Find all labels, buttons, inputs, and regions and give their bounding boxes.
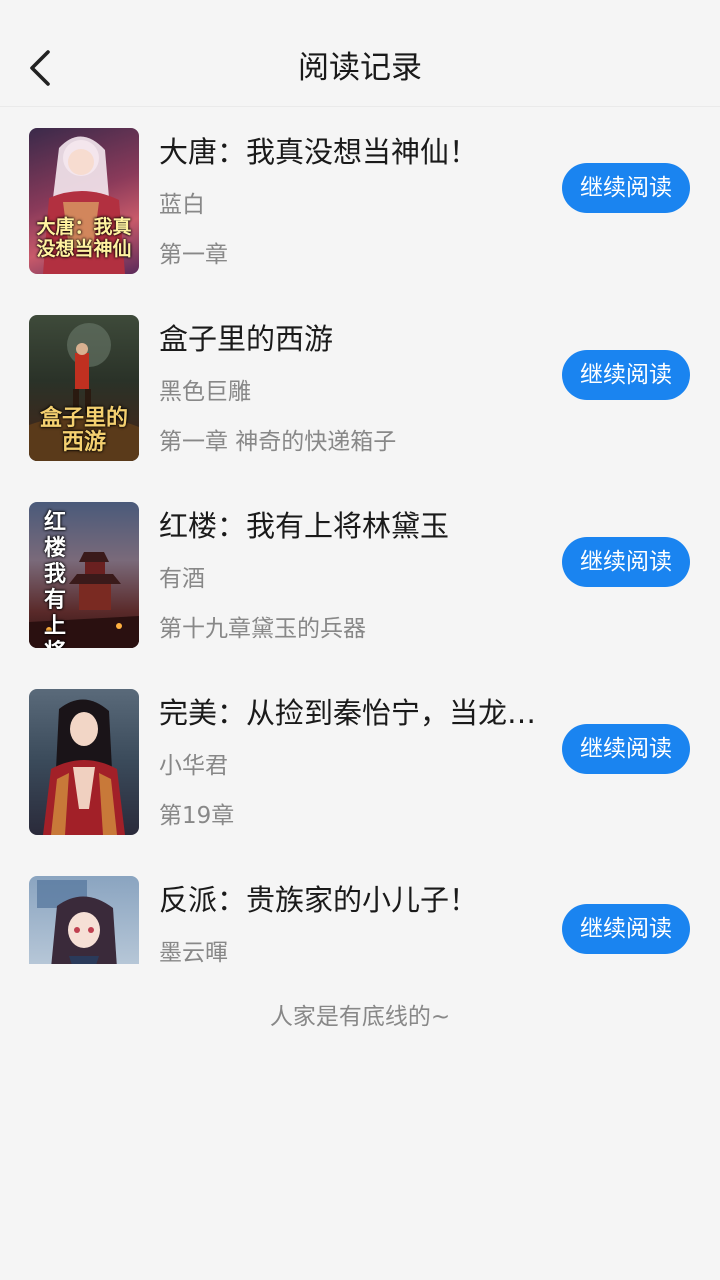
book-chapter: 第十九章黛玉的兵器 — [159, 616, 366, 642]
book-cover[interactable]: 盒子里的西游 — [29, 315, 139, 461]
book-cover[interactable]: 红楼 我有上将 林黛玉 — [29, 502, 139, 648]
book-title[interactable]: 盒子里的西游 — [159, 319, 544, 359]
book-title[interactable]: 大唐：我真没想当神仙！ — [159, 132, 544, 172]
page-title: 阅读记录 — [298, 50, 422, 86]
book-author: 小华君 — [159, 753, 228, 779]
book-author: 黑色巨雕 — [159, 379, 251, 405]
book-chapter: 第19章 — [159, 803, 235, 829]
book-title[interactable]: 反派：贵族家的小儿子！ — [159, 880, 544, 920]
continue-reading-button[interactable]: 继续阅读 — [562, 163, 690, 213]
book-cover[interactable] — [29, 876, 139, 964]
end-of-list-note: 人家是有底线的~ — [269, 1004, 451, 1030]
list-item[interactable]: 盒子里的西游 盒子里的西游 黑色巨雕 第一章 神奇的快递箱子 继续阅读 — [0, 293, 720, 480]
book-author: 蓝白 — [159, 192, 205, 218]
continue-reading-button[interactable]: 继续阅读 — [562, 537, 690, 587]
list-item[interactable]: 大唐：我真没想当神仙 大唐：我真没想当神仙！ 蓝白 第一章 继续阅读 — [0, 106, 720, 293]
book-chapter: 第一章 — [159, 242, 228, 268]
book-cover[interactable]: 大唐：我真没想当神仙 — [29, 128, 139, 274]
continue-reading-button[interactable]: 继续阅读 — [562, 904, 690, 954]
book-cover[interactable] — [29, 689, 139, 835]
top-bar: 阅读记录 — [0, 0, 720, 107]
continue-reading-button[interactable]: 继续阅读 — [562, 724, 690, 774]
book-title[interactable]: 红楼：我有上将林黛玉 — [159, 506, 544, 546]
book-title[interactable]: 完美：从捡到秦怡宁，当龙… — [159, 693, 544, 733]
book-chapter: 第一章 神奇的快递箱子 — [159, 429, 397, 455]
continue-reading-button[interactable]: 继续阅读 — [562, 350, 690, 400]
list-item[interactable]: 红楼 我有上将 林黛玉 红楼：我有上将林黛玉 有酒 第十九章黛玉的兵器 继续阅读 — [0, 480, 720, 667]
list-item[interactable]: 完美：从捡到秦怡宁，当龙… 小华君 第19章 继续阅读 — [0, 667, 720, 854]
book-author: 有酒 — [159, 566, 205, 592]
list-item[interactable]: 反派：贵族家的小儿子！ 墨云暉 继续阅读 — [0, 854, 720, 964]
reading-history-list: 大唐：我真没想当神仙 大唐：我真没想当神仙！ 蓝白 第一章 继续阅读 盒子里的西… — [0, 106, 720, 964]
book-author: 墨云暉 — [159, 940, 228, 964]
